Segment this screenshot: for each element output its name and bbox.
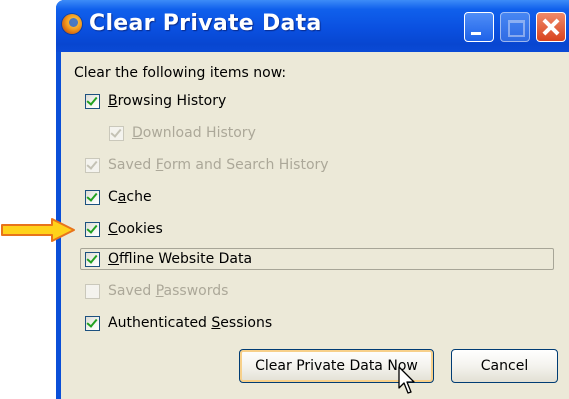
checkbox-download-history: Download History xyxy=(109,123,256,143)
checkbox-label: Saved Form and Search History xyxy=(108,157,329,173)
arrow-right-icon xyxy=(1,218,75,242)
checkbox-cookies[interactable]: Cookies xyxy=(85,219,163,239)
checkbox-box[interactable] xyxy=(85,93,100,109)
dialog-body: Clear the following items now: Browsing … xyxy=(61,52,569,399)
checkbox-box xyxy=(85,157,100,173)
checkbox-offline-data[interactable]: Offline Website Data xyxy=(85,249,252,269)
title-bar[interactable]: Clear Private Data xyxy=(56,0,569,52)
checkbox-box[interactable] xyxy=(85,315,100,331)
checkbox-label: Cookies xyxy=(108,221,163,237)
dialog-window: Clear Private Data Clear the following i… xyxy=(56,0,569,399)
minimize-button[interactable] xyxy=(464,12,494,42)
checkbox-label: Browsing History xyxy=(108,93,227,109)
checkbox-form-history: Saved Form and Search History xyxy=(85,155,329,175)
checkbox-label: Saved Passwords xyxy=(108,283,229,299)
checkbox-label: Download History xyxy=(132,125,256,141)
checkbox-box xyxy=(109,125,124,141)
instruction-label: Clear the following items now: xyxy=(74,65,287,81)
checkbox-box xyxy=(85,283,100,299)
cancel-button[interactable]: Cancel xyxy=(451,349,558,383)
checkbox-box[interactable] xyxy=(85,251,100,267)
checkbox-saved-passwords: Saved Passwords xyxy=(85,281,228,301)
screenshot: Clear Private Data Clear the following i… xyxy=(0,0,569,399)
checkbox-browsing-history[interactable]: Browsing History xyxy=(85,91,226,111)
close-button[interactable] xyxy=(536,12,566,42)
checkbox-box[interactable] xyxy=(85,221,100,237)
checkbox-label: Offline Website Data xyxy=(108,251,253,267)
checkbox-label: Authenticated Sessions xyxy=(108,315,273,331)
checkbox-authenticated-sessions[interactable]: Authenticated Sessions xyxy=(85,313,272,333)
window-title: Clear Private Data xyxy=(89,11,322,36)
firefox-icon xyxy=(62,14,82,34)
maximize-button xyxy=(500,12,530,42)
mouse-cursor-icon xyxy=(398,366,415,394)
checkbox-cache[interactable]: Cache xyxy=(85,187,152,207)
checkbox-label: Cache xyxy=(108,189,152,205)
checkbox-box[interactable] xyxy=(85,189,100,205)
